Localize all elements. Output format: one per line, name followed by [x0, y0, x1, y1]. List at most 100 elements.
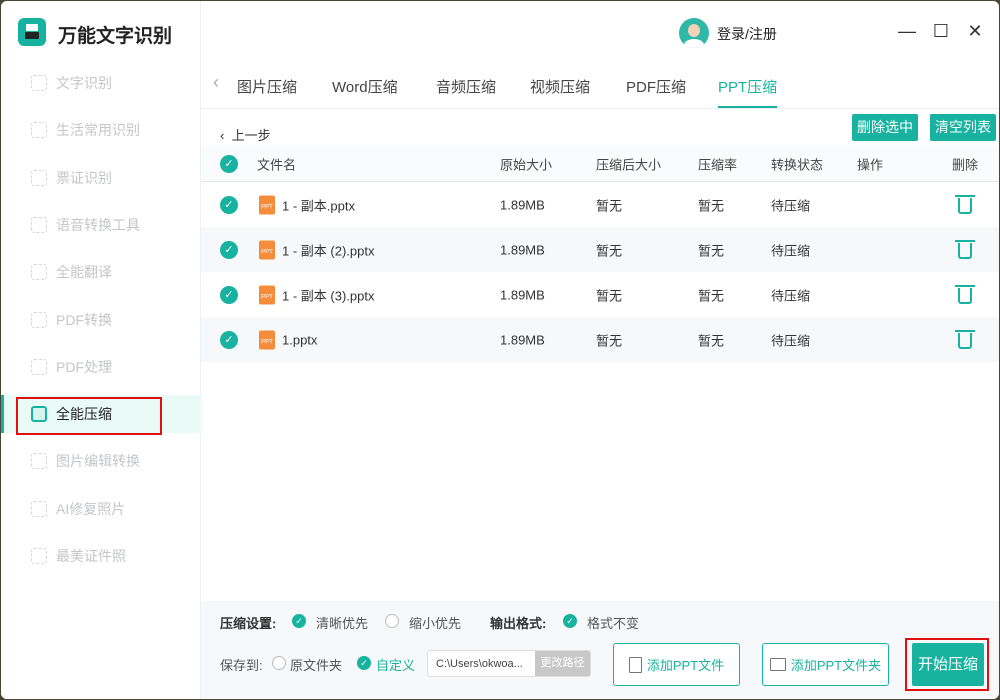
- sidebar-item-icon: [31, 500, 47, 517]
- custom-folder-radio[interactable]: ✓: [357, 656, 371, 670]
- delete-selected-button[interactable]: 删除选中: [852, 114, 918, 141]
- save-to-label: 保存到:: [220, 658, 263, 673]
- small-priority-label: 缩小优先: [409, 616, 462, 631]
- sidebar-item[interactable]: 文字识别: [1, 64, 201, 102]
- sidebar-item-label: 生活常用识别: [56, 122, 140, 139]
- trash-icon[interactable]: [955, 239, 975, 259]
- original-size: 1.89MB: [500, 242, 545, 257]
- compression-rate: 暂无: [698, 243, 725, 258]
- file-name: 1 - 副本 (3).pptx: [282, 288, 375, 303]
- sidebar-item-label: AI修复照片: [56, 500, 126, 517]
- sidebar-item-label: 全能翻译: [56, 264, 112, 281]
- table-row[interactable]: ✓ PPT 1 - 副本 (2).pptx 1.89MB 暂无 暂无 待压缩: [201, 227, 999, 272]
- col-original: 原始大小: [500, 157, 553, 172]
- sidebar-item[interactable]: 最美证件照: [1, 537, 201, 575]
- sidebar-item[interactable]: 语音转换工具: [1, 206, 201, 244]
- sidebar: 万能文字识别 文字识别生活常用识别 票证识别语音转换工具 全能翻译 PDF转换 PDF处…: [1, 1, 201, 699]
- table-row[interactable]: ✓ PPT 1 - 副本 (3).pptx 1.89MB 暂无 暂无 待压缩: [201, 272, 999, 317]
- chevron-left-icon: ‹: [220, 128, 232, 143]
- original-folder-label: 原文件夹: [290, 658, 343, 673]
- col-status: 转换状态: [771, 157, 824, 172]
- tab-audio[interactable]: 音频压缩: [436, 76, 496, 97]
- app-window: 万能文字识别 文字识别生活常用识别 票证识别语音转换工具 全能翻译 PDF转换 PDF处…: [1, 1, 999, 699]
- row-checkbox[interactable]: ✓: [220, 330, 238, 349]
- status: 待压缩: [771, 243, 811, 258]
- status: 待压缩: [771, 198, 811, 213]
- original-folder-radio[interactable]: [272, 656, 286, 670]
- table-header: ✓ 文件名 原始大小 压缩后大小 压缩率 转换状态 操作 删除: [201, 146, 999, 182]
- compressed-size: 暂无: [596, 243, 623, 258]
- add-ppt-folder-button[interactable]: 添加PPT文件夹: [762, 643, 889, 686]
- small-priority-radio[interactable]: [385, 614, 399, 628]
- save-path-value: C:\Users\okwoa...: [436, 658, 523, 670]
- sidebar-item[interactable]: 票证识别: [1, 159, 201, 197]
- col-delete: 删除: [952, 157, 979, 172]
- sidebar-item-label: 语音转换工具: [56, 216, 140, 233]
- save-path-field[interactable]: C:\Users\okwoa... 更改路径: [427, 650, 591, 677]
- trash-icon[interactable]: [955, 329, 975, 349]
- ppt-file-icon: PPT: [259, 330, 275, 349]
- back-button[interactable]: ‹ 上一步: [220, 125, 271, 144]
- maximize-button[interactable]: ☐: [929, 21, 953, 42]
- sidebar-item-icon: [31, 75, 47, 91]
- tab-image[interactable]: 图片压缩: [237, 76, 297, 97]
- tab-bar: ‹ 图片压缩 Word压缩 音频压缩 视频压缩 PDF压缩 PPT压缩: [201, 65, 999, 109]
- ppt-file-icon: PPT: [259, 195, 275, 214]
- tab-pdf[interactable]: PDF压缩: [626, 76, 686, 97]
- minimize-button[interactable]: —: [895, 21, 919, 42]
- change-path-button[interactable]: 更改路径: [535, 651, 590, 676]
- sidebar-item-icon: [31, 264, 47, 281]
- sidebar-item[interactable]: 图片编辑转换: [1, 442, 201, 480]
- tab-ppt[interactable]: PPT压缩: [718, 76, 778, 108]
- ppt-file-icon: PPT: [259, 240, 275, 259]
- sidebar-item-icon: [31, 216, 47, 233]
- login-link[interactable]: 登录/注册: [717, 24, 777, 44]
- table-row[interactable]: ✓ PPT 1 - 副本.pptx 1.89MB 暂无 暂无 待压缩: [201, 182, 999, 227]
- sidebar-item-label: 票证识别: [56, 169, 112, 186]
- highlight-box: [16, 397, 162, 435]
- sidebar-item[interactable]: 全能翻译: [1, 253, 201, 291]
- sidebar-item[interactable]: PDF转换: [1, 301, 201, 339]
- compressed-size: 暂无: [596, 333, 623, 348]
- row-checkbox[interactable]: ✓: [220, 285, 238, 304]
- sidebar-item-label: 图片编辑转换: [56, 453, 140, 470]
- title-bar: 登录/注册 — ☐ ✕: [201, 1, 999, 65]
- add-file-icon: [628, 656, 642, 673]
- tab-video[interactable]: 视频压缩: [530, 76, 590, 97]
- clear-list-button[interactable]: 清空列表: [930, 114, 996, 141]
- row-checkbox[interactable]: ✓: [220, 195, 238, 214]
- keep-format-radio[interactable]: ✓: [563, 614, 577, 628]
- close-button[interactable]: ✕: [963, 21, 987, 42]
- trash-icon[interactable]: [955, 284, 975, 304]
- compression-rate: 暂无: [698, 288, 725, 303]
- sidebar-item-label: PDF转换: [56, 311, 112, 328]
- tabs-scroll-left-icon[interactable]: ‹: [213, 72, 219, 93]
- tab-word[interactable]: Word压缩: [332, 76, 398, 97]
- compress-settings-label: 压缩设置:: [220, 616, 277, 631]
- sidebar-item-label: 文字识别: [56, 75, 112, 91]
- sidebar-item[interactable]: 生活常用识别: [1, 111, 201, 149]
- status: 待压缩: [771, 288, 811, 303]
- custom-folder-label: 自定义: [376, 658, 416, 673]
- table-row[interactable]: ✓ PPT 1.pptx 1.89MB 暂无 暂无 待压缩: [201, 317, 999, 362]
- add-ppt-file-button[interactable]: 添加PPT文件: [613, 643, 740, 686]
- sidebar-item-label: 最美证件照: [56, 548, 126, 564]
- col-name: 文件名: [257, 157, 297, 172]
- sidebar-item[interactable]: AI修复照片: [1, 490, 201, 528]
- clear-priority-radio[interactable]: ✓: [292, 614, 306, 628]
- app-title: 万能文字识别: [58, 26, 173, 47]
- row-checkbox[interactable]: ✓: [220, 240, 238, 259]
- sidebar-item[interactable]: PDF处理: [1, 348, 201, 386]
- keep-format-label: 格式不变: [587, 616, 640, 631]
- highlight-box: [905, 638, 989, 691]
- sidebar-item-icon: [31, 548, 47, 564]
- avatar[interactable]: [679, 18, 709, 48]
- compressed-size: 暂无: [596, 198, 623, 213]
- compression-rate: 暂无: [698, 198, 725, 213]
- original-size: 1.89MB: [500, 197, 545, 212]
- select-all-checkbox[interactable]: ✓: [220, 154, 238, 173]
- ppt-file-icon: PPT: [259, 285, 275, 304]
- file-name: 1.pptx: [282, 332, 318, 347]
- app-logo-icon: [18, 18, 46, 46]
- trash-icon[interactable]: [955, 194, 975, 214]
